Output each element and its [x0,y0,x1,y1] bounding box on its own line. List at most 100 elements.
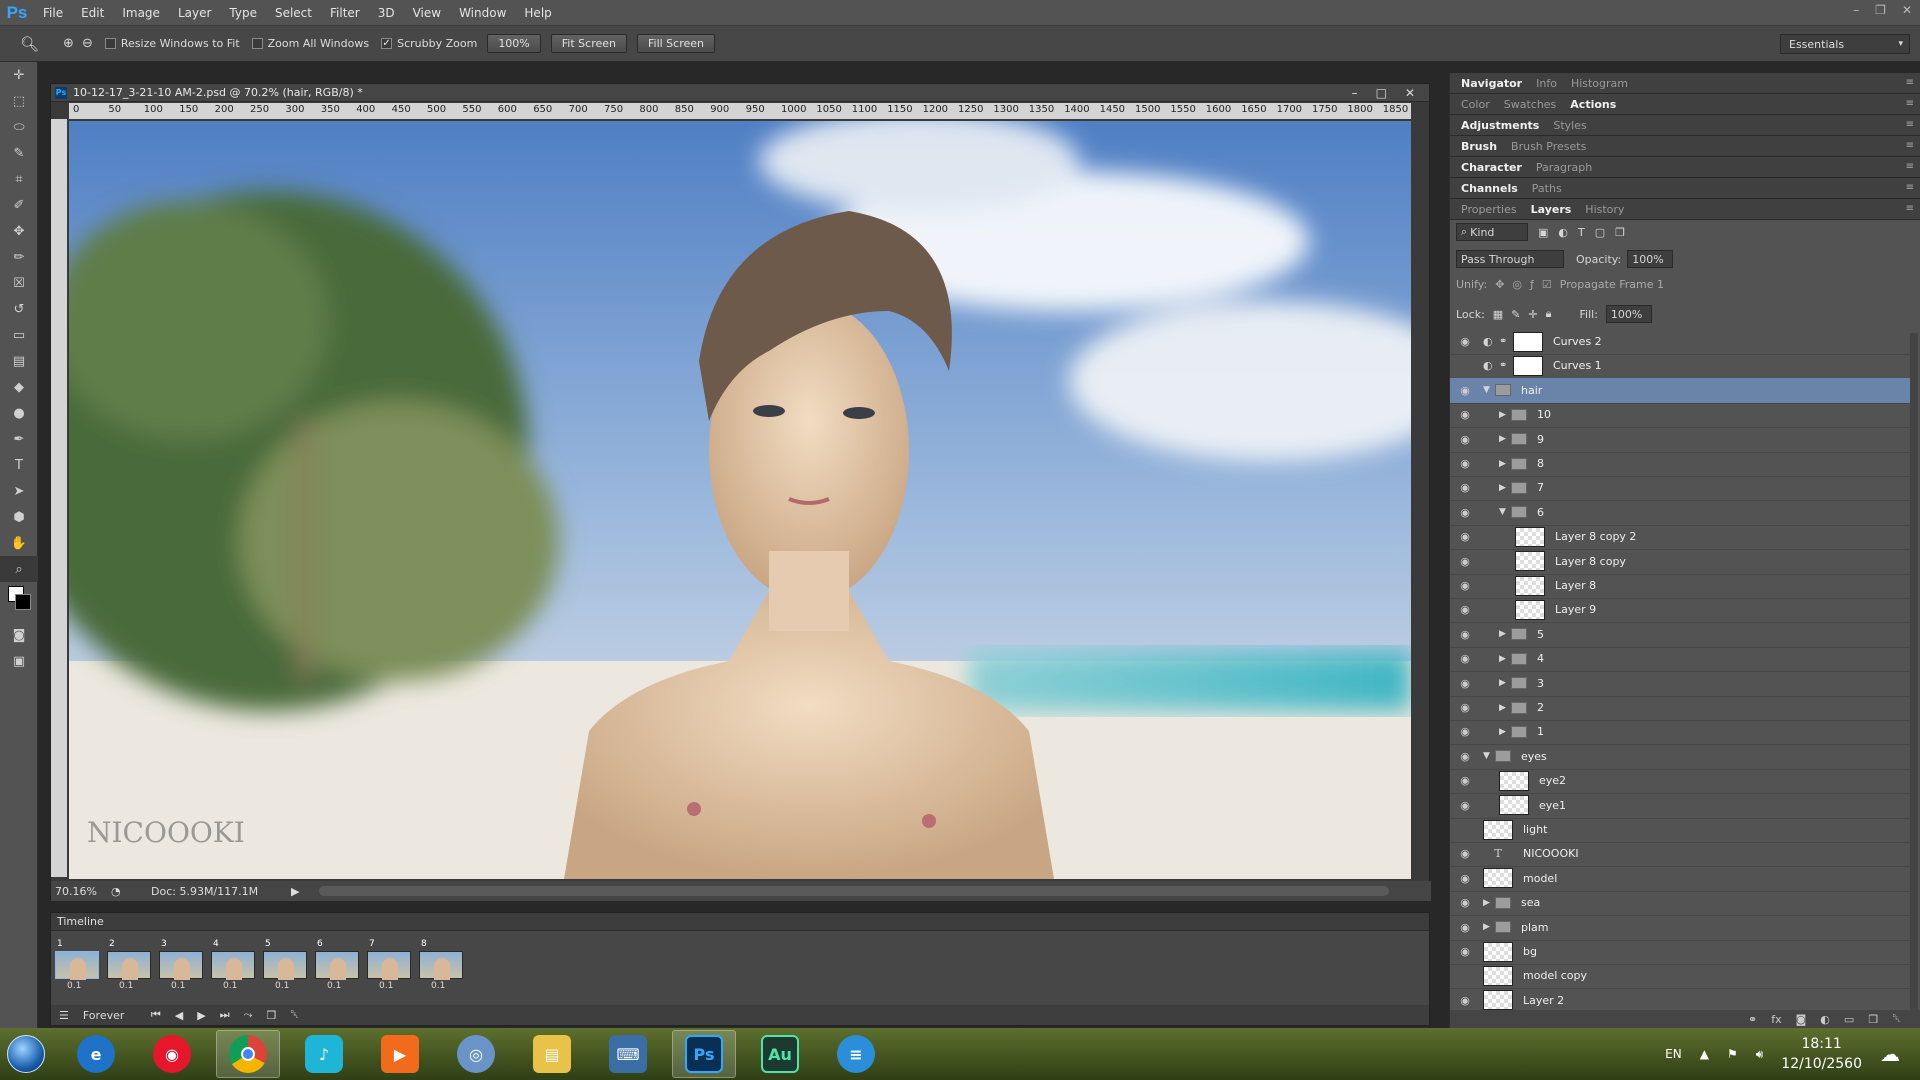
chevron-right-icon[interactable]: ▶ [1483,898,1495,908]
fx-icon[interactable]: fx [1771,1013,1781,1026]
tab-properties[interactable]: Properties [1454,203,1524,216]
move-tool-icon[interactable]: ✛ [0,62,38,88]
chevron-right-icon[interactable]: ▶ [1499,483,1511,493]
horizontal-scrollbar[interactable] [319,886,1390,896]
new-adjustment-icon[interactable]: ◐ [1820,1013,1830,1026]
tween-icon[interactable]: ⤳ [244,1008,253,1022]
start-button[interactable] [0,1028,52,1080]
layer-row[interactable]: ◉ model [1450,866,1910,892]
action-center-icon[interactable]: ⚑ [1727,1047,1738,1061]
tab-paragraph[interactable]: Paragraph [1529,161,1599,174]
timeline-frame[interactable]: 3 0.1 [159,939,203,991]
timeline-frame[interactable]: 7 0.1 [367,939,411,991]
clock[interactable]: 18:11 12/10/2560 [1781,1034,1862,1074]
history-brush-tool-icon[interactable]: ↺ [0,296,38,322]
show-hidden-icon[interactable]: ▲ [1700,1047,1709,1061]
layer-row[interactable]: ◉ ▶ 2 [1450,695,1910,721]
tab-history[interactable]: History [1578,203,1631,216]
layer-row[interactable]: ◉ ▶ plam [1450,915,1910,941]
layer-row[interactable]: ◉ ◐ ⚭ Curves 2 [1450,329,1910,355]
layer-row[interactable]: ◉ eye1 [1450,793,1910,819]
status-arrow-icon[interactable]: ▶ [291,885,299,898]
frame-delay[interactable]: 0.1 [327,981,341,991]
frame-delay[interactable]: 0.1 [275,981,289,991]
prev-frame-icon[interactable]: ◀ [175,1009,183,1022]
stack-icon[interactable]: ≡ [824,1030,888,1078]
timeline-frame[interactable]: 1 0.1 [55,939,99,991]
dodge-tool-icon[interactable]: ● [0,400,38,426]
tab-brush-presets[interactable]: Brush Presets [1504,140,1593,153]
stamp-tool-icon[interactable]: ☒ [0,270,38,296]
eyedropper-tool-icon[interactable]: ✐ [0,192,38,218]
visibility-eye-icon[interactable]: ◉ [1455,774,1475,787]
ie-icon[interactable]: e [64,1030,128,1078]
tab-swatches[interactable]: Swatches [1497,98,1564,111]
smart-filter-icon[interactable]: ❐ [1615,226,1625,239]
layer-row[interactable]: ◉ T NICOOOKI [1450,841,1910,868]
visibility-eye-icon[interactable]: ◉ [1455,457,1475,470]
chevron-right-icon[interactable]: ▶ [1499,678,1511,688]
layer-row[interactable]: ◉ ▼ 6 [1450,500,1910,526]
doc-close-icon[interactable]: ✕ [1405,86,1415,100]
visibility-eye-icon[interactable]: ◉ [1455,481,1475,494]
loop-select[interactable]: Forever [83,1009,137,1022]
visibility-eye-icon[interactable]: ◉ [1455,579,1475,592]
lasso-tool-icon[interactable]: ⬭ [0,114,38,140]
doc-info-icon[interactable]: ◔ [111,885,151,898]
convert-icon[interactable]: ☰ [59,1009,69,1022]
lock-pixels-icon[interactable]: ✎ [1511,308,1520,321]
propagate-checkbox[interactable]: ☑ [1542,278,1552,291]
zoom-tool-icon[interactable]: ⌕ [0,556,38,582]
tab-navigator[interactable]: Navigator [1454,77,1529,90]
tab-character[interactable]: Character [1454,161,1529,174]
color-swatches-icon[interactable] [0,582,38,622]
visibility-eye-icon[interactable]: ◉ [1455,799,1475,812]
brush-tool-icon[interactable]: ✏ [0,244,38,270]
visibility-eye-icon[interactable]: ◉ [1455,945,1475,958]
keyboard-icon[interactable]: ⌨ [596,1030,660,1078]
visibility-eye-icon[interactable]: ◉ [1455,628,1475,641]
chevron-right-icon[interactable]: ▶ [1499,459,1511,469]
chevron-right-icon[interactable]: ▶ [1499,727,1511,737]
shape-tool-icon[interactable]: ⬢ [0,504,38,530]
tab-color[interactable]: Color [1454,98,1497,111]
new-group-icon[interactable]: ▭ [1844,1013,1854,1026]
unify-position-icon[interactable]: ✥ [1495,278,1504,291]
media-icon[interactable]: ▶ [368,1030,432,1078]
visibility-eye-icon[interactable]: ◉ [1455,530,1475,543]
chevron-right-icon[interactable]: ▶ [1499,654,1511,664]
menu-filter[interactable]: Filter [321,6,369,20]
scrubby-zoom-checkbox[interactable]: ✓ Scrubby Zoom [381,37,477,50]
frame-delay[interactable]: 0.1 [119,981,133,991]
visibility-eye-icon[interactable]: ◉ [1455,603,1475,616]
fill-input[interactable]: 100% [1605,305,1652,323]
unify-style-icon[interactable]: ƒ [1530,278,1534,291]
panel-menu-icon[interactable]: ≡ [1906,98,1914,109]
opacity-input[interactable]: 100% [1627,250,1674,268]
language-indicator[interactable]: EN [1665,1047,1682,1061]
pen-tool-icon[interactable]: ✒ [0,426,38,452]
layers-scrollbar[interactable] [1910,333,1918,1013]
timeline-frame[interactable]: 5 0.1 [263,939,307,991]
visibility-eye-icon[interactable]: ◉ [1455,994,1475,1007]
timeline-frame[interactable]: 4 0.1 [211,939,255,991]
close-icon[interactable]: ✕ [1902,3,1912,17]
layer-row[interactable]: ◉ ▶ 4 [1450,646,1910,673]
chevron-right-icon[interactable]: ▶ [1483,922,1495,932]
canvas[interactable]: NICOOOKI [69,121,1411,879]
visibility-eye-icon[interactable]: ◉ [1455,750,1475,763]
doc-maximize-icon[interactable]: □ [1376,86,1387,100]
layer-row[interactable]: ◉ ▼ eyes [1450,744,1910,770]
menu-view[interactable]: View [404,6,450,20]
tab-layers[interactable]: Layers [1524,203,1579,216]
tab-actions[interactable]: Actions [1563,98,1623,111]
layer-row[interactable]: ◉ ▶ sea [1450,890,1910,917]
chevron-down-icon[interactable]: ▼ [1483,385,1495,395]
panel-menu-icon[interactable]: ≡ [1906,203,1914,214]
layer-row[interactable]: ◉ ◐ ⚭ Curves 1 [1450,353,1910,380]
shape-filter-icon[interactable]: ▢ [1595,226,1605,239]
next-frame-icon[interactable]: ⏭ [220,1008,230,1022]
layer-row[interactable]: ◉ Layer 8 copy 2 [1450,524,1910,551]
zoom-100-button[interactable]: 100% [487,34,541,53]
visibility-eye-icon[interactable]: ◉ [1455,921,1475,934]
